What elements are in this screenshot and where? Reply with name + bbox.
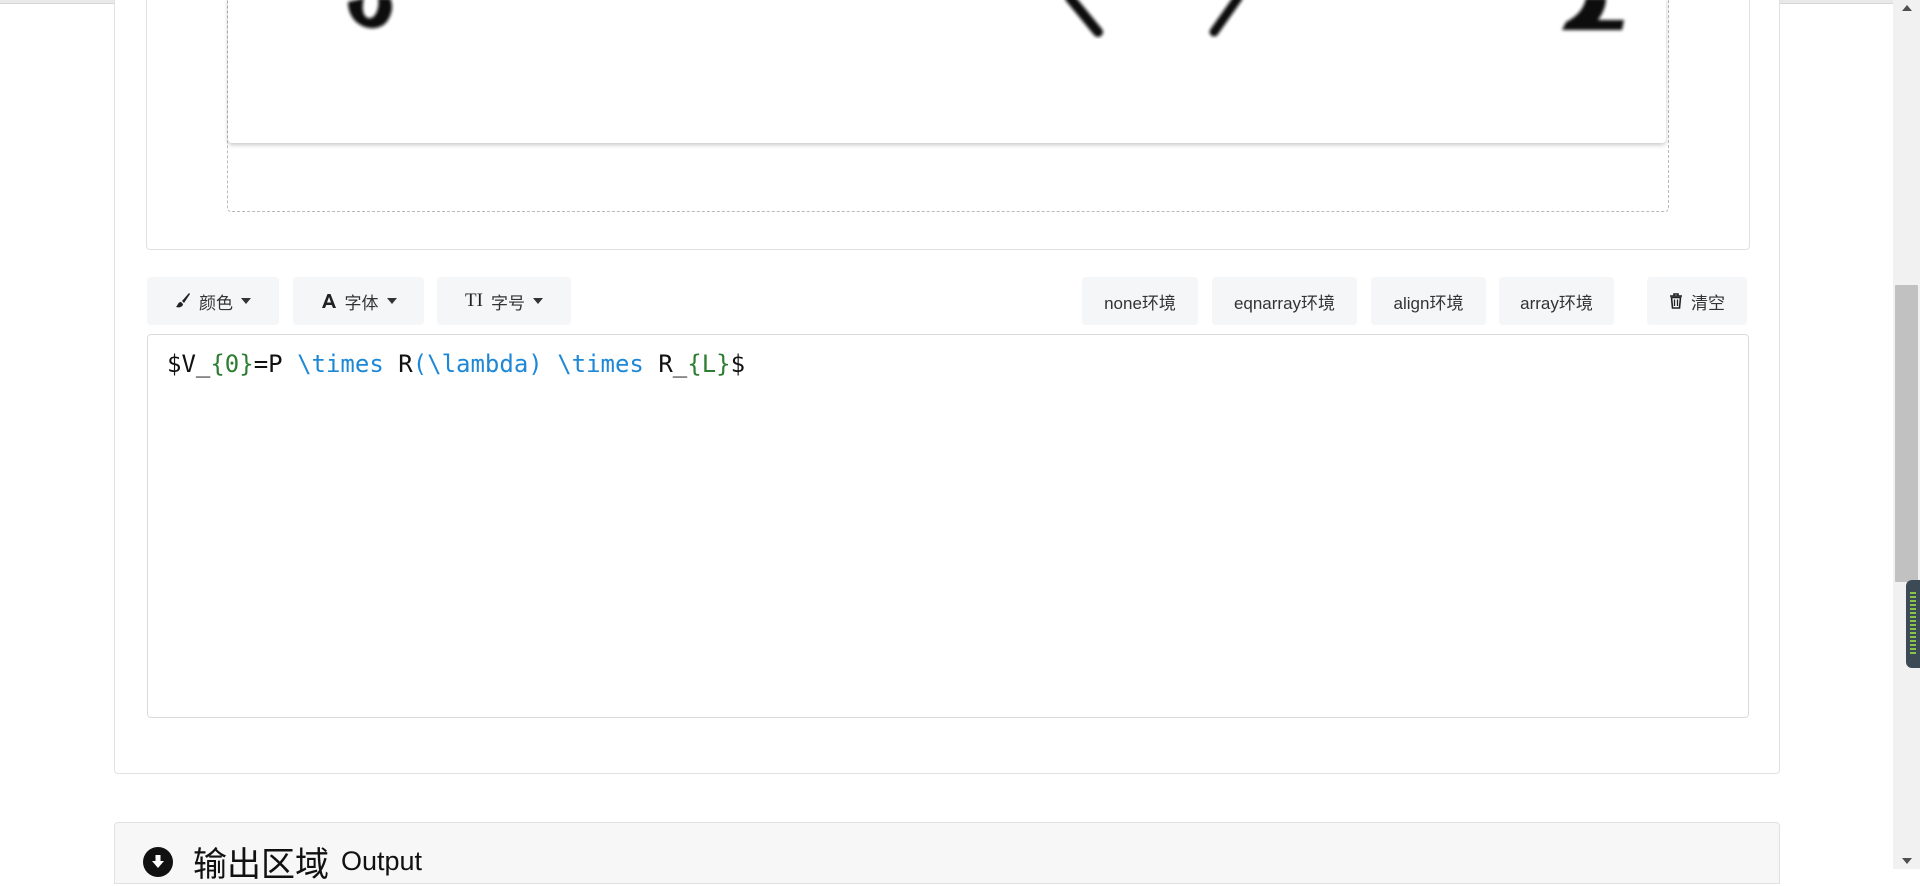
chevron-down-icon	[386, 298, 397, 304]
code-token: $	[730, 350, 746, 378]
eqnarray-env-button[interactable]: eqnarray环境	[1212, 277, 1357, 325]
code-token: $V_	[167, 350, 211, 378]
equalizer-icon	[1910, 592, 1916, 656]
code-token-command: \times	[297, 350, 384, 378]
clear-button[interactable]: 清空	[1647, 277, 1747, 325]
latex-code-line[interactable]: $V_{0}=P \times R(\lambda) \times R_{L}$	[167, 349, 745, 379]
page-scrollbar[interactable]	[1893, 0, 1920, 869]
output-title-zh: 输出区域	[193, 846, 329, 884]
font-icon	[321, 293, 337, 309]
output-section-header: 输出区域 Output	[114, 822, 1780, 884]
text-height-icon: TI	[465, 290, 483, 311]
output-title: 输出区域 Output	[143, 837, 422, 886]
font-size-button[interactable]: TI 字号	[437, 277, 571, 325]
arrow-circle-down-icon	[143, 846, 173, 877]
none-env-label: none环境	[1104, 293, 1176, 313]
side-floating-widget[interactable]	[1906, 580, 1920, 668]
font-label: 字体	[344, 293, 379, 313]
formula-image-fragment	[348, 0, 1624, 37]
align-env-button[interactable]: align环境	[1371, 277, 1486, 325]
scroll-up-arrow-icon[interactable]	[1902, 5, 1912, 11]
trash-icon	[1669, 293, 1683, 309]
latex-editor[interactable]: $V_{0}=P \times R(\lambda) \times R_{L}$	[147, 334, 1749, 718]
chevron-down-icon	[532, 298, 543, 304]
output-title-en: Output	[341, 846, 423, 876]
none-env-button[interactable]: none环境	[1082, 277, 1198, 325]
chevron-down-icon	[241, 298, 251, 304]
code-token: R	[383, 350, 413, 378]
code-token: =P	[253, 350, 298, 378]
formula-image-preview	[228, 0, 1666, 143]
scrollbar-thumb[interactable]	[1895, 285, 1918, 582]
scroll-down-arrow-icon[interactable]	[1902, 858, 1912, 864]
paintbrush-icon	[175, 293, 191, 309]
color-button[interactable]: 颜色	[147, 277, 279, 325]
font-button[interactable]: 字体	[293, 277, 424, 325]
code-token: R_	[643, 350, 688, 378]
color-label: 颜色	[199, 293, 233, 313]
code-token-brace: {0}	[210, 350, 254, 378]
code-token-command: \times	[557, 350, 644, 378]
align-env-label: align环境	[1393, 293, 1464, 313]
eqnarray-env-label: eqnarray环境	[1233, 293, 1336, 313]
clear-label: 清空	[1691, 293, 1725, 313]
code-token-command: (\lambda)	[412, 350, 543, 378]
array-env-label: array环境	[1520, 293, 1593, 313]
font-size-label: 字号	[490, 293, 525, 313]
array-env-button[interactable]: array环境	[1499, 277, 1614, 325]
code-token-brace: {L}	[687, 350, 731, 378]
